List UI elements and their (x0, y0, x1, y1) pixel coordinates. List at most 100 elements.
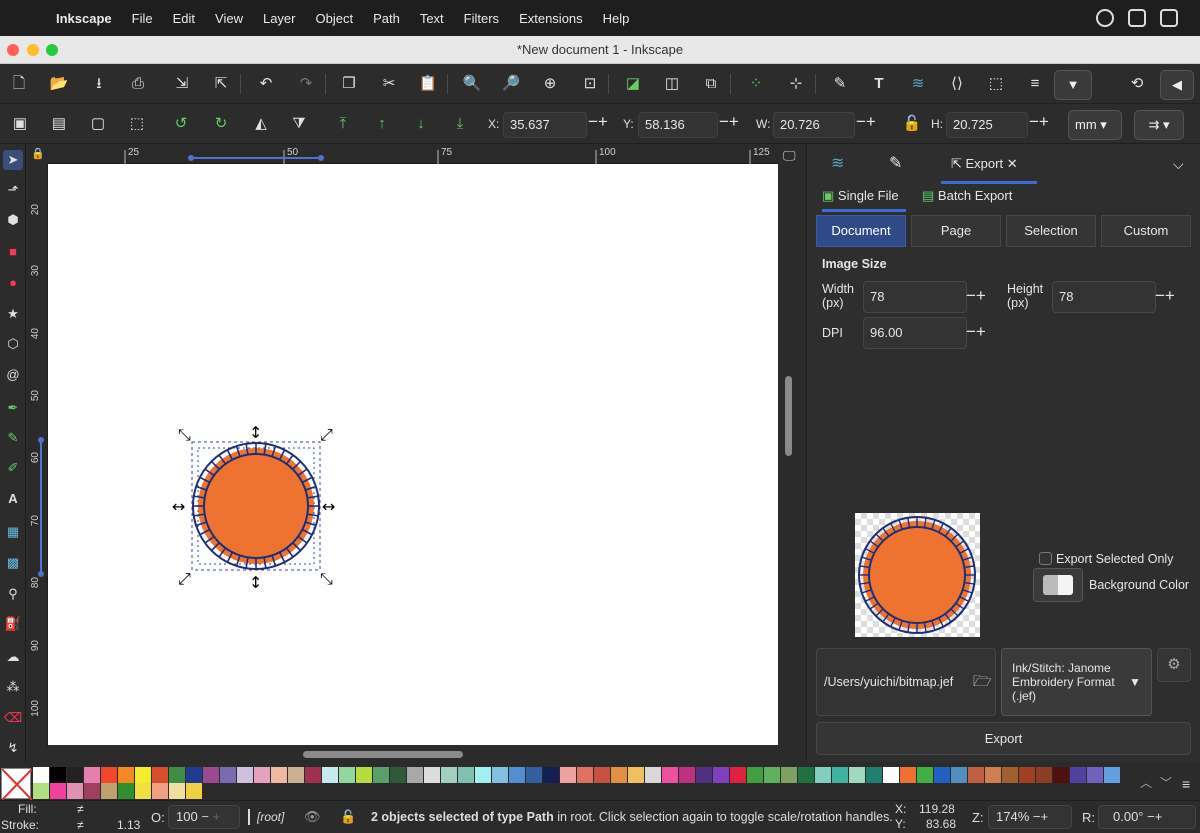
menu-filters[interactable]: Filters (454, 11, 509, 26)
raise-top-icon[interactable]: ⤒ (332, 113, 354, 135)
palette-swatch[interactable] (356, 767, 372, 783)
palette-swatch[interactable] (594, 767, 610, 783)
dock-menu-chevron-icon[interactable]: ⌵ (1173, 144, 1184, 184)
flip-horizontal-icon[interactable]: ◭ (250, 113, 272, 135)
palette-swatch[interactable] (781, 767, 797, 783)
height-field[interactable]: 78 (1052, 281, 1156, 313)
palette-swatch[interactable] (696, 767, 712, 783)
snap-icon[interactable]: ⊹ (785, 73, 807, 95)
folder-open-icon[interactable]: 🗁 (973, 671, 992, 696)
align-distribute-icon[interactable]: ≡ (1024, 73, 1046, 95)
pen-tool-icon[interactable]: ✒ (3, 398, 23, 418)
palette-swatch[interactable] (526, 767, 542, 783)
drive-status-icon[interactable] (1160, 9, 1178, 27)
dropper-tool-icon[interactable]: ⚲ (3, 584, 23, 604)
text-font-icon[interactable]: T (868, 73, 890, 95)
ellipse-tool-icon[interactable]: ● (3, 273, 23, 293)
palette-swatch[interactable] (203, 767, 219, 783)
palette-swatch[interactable] (628, 767, 644, 783)
palette-swatch[interactable] (713, 767, 729, 783)
export-button[interactable]: Export (816, 722, 1191, 755)
palette-swatch[interactable] (84, 783, 100, 799)
print-icon[interactable]: ⎙ (127, 73, 149, 95)
power-status-icon[interactable] (1096, 9, 1114, 27)
palette-swatch[interactable] (169, 783, 185, 799)
text-tool-icon[interactable]: A (3, 489, 23, 509)
zoom-window-icon[interactable] (46, 44, 58, 56)
node-tool-icon[interactable]: ⬏ (3, 180, 23, 200)
display-mode-icon[interactable]: 🖵 (783, 148, 796, 164)
height-stepper[interactable]: −+ (1155, 286, 1175, 306)
palette-swatch[interactable] (424, 767, 440, 783)
palette-menu-icon[interactable]: ≡ (1182, 776, 1190, 792)
subtab-batch-export[interactable]: ▤ Batch Export (922, 188, 1012, 204)
notes-status-icon[interactable] (1128, 9, 1146, 27)
transform-options-dropdown[interactable]: ⇉ ▾ (1134, 110, 1184, 140)
selector-tool-icon[interactable]: ➤ (3, 150, 23, 170)
new-document-icon[interactable]: 🗋 (8, 73, 30, 95)
unit-select[interactable]: mm ▾ (1068, 110, 1122, 140)
palette-swatch[interactable] (475, 767, 491, 783)
layer-visibility-icon[interactable]: 👁 (304, 809, 321, 825)
clone-icon[interactable]: ⧉ (700, 73, 722, 95)
palette-swatch[interactable] (1002, 767, 1018, 783)
palette-scroll-down-icon[interactable]: ﹀ (1160, 774, 1172, 791)
palette-swatch[interactable] (985, 767, 1001, 783)
group-icon[interactable]: ◪ (622, 73, 644, 95)
palette-swatch[interactable] (662, 767, 678, 783)
palette-swatch[interactable] (67, 783, 83, 799)
palette-swatch[interactable] (271, 767, 287, 783)
x-stepper[interactable]: −+ (588, 112, 608, 132)
palette-swatch[interactable] (832, 767, 848, 783)
fill-stroke-tab-icon[interactable]: ✎ (889, 144, 902, 184)
menu-extensions[interactable]: Extensions (509, 11, 593, 26)
select-all-icon[interactable]: ▣ (9, 113, 31, 135)
subtab-single-file[interactable]: ▣ Single File (822, 188, 906, 212)
width-field[interactable]: 78 (863, 281, 967, 313)
palette-swatch[interactable] (815, 767, 831, 783)
lower-icon[interactable]: ↓ (410, 113, 432, 135)
menu-edit[interactable]: Edit (163, 11, 205, 26)
drawing-canvas[interactable]: ⤡ ⤢ ⤢ ⤡ ↕ ↕ ↔ ↔ (48, 164, 778, 745)
palette-swatch[interactable] (169, 767, 185, 783)
palette-swatch[interactable] (577, 767, 593, 783)
palette-swatch[interactable] (288, 767, 304, 783)
palette-swatch[interactable] (322, 767, 338, 783)
palette-swatch[interactable] (118, 783, 134, 799)
w-field[interactable]: 20.726 (773, 112, 855, 138)
palette-swatch[interactable] (611, 767, 627, 783)
lower-bottom-icon[interactable]: ⤓ (449, 113, 471, 135)
dpi-field[interactable]: 96.00 (863, 317, 967, 349)
zoom-fit-icon[interactable]: ⊡ (579, 73, 601, 95)
deselect-icon[interactable]: ▢ (87, 113, 109, 135)
stroke-width[interactable]: 1.13 (117, 818, 140, 832)
touch-select-icon[interactable]: ⬚ (126, 113, 148, 135)
palette-swatch[interactable] (33, 783, 49, 799)
format-select[interactable]: Ink/Stitch: Janome Embroidery Format (.j… (1001, 648, 1152, 716)
stroke-value[interactable]: ≠ (77, 818, 84, 832)
palette-swatch[interactable] (33, 767, 49, 783)
zoom-drawing-icon[interactable]: 🔎 (500, 73, 522, 95)
rotate-cw-icon[interactable]: ↻ (210, 113, 232, 135)
palette-swatch[interactable] (543, 767, 559, 783)
lock-proportions-icon[interactable]: 🔓 (901, 113, 923, 135)
star-tool-icon[interactable]: ★ (3, 304, 23, 324)
menu-file[interactable]: File (122, 11, 163, 26)
palette-swatch[interactable] (101, 783, 117, 799)
segment-document[interactable]: Document (816, 215, 906, 247)
palette-swatch[interactable] (135, 783, 151, 799)
layer-name[interactable]: [root] (257, 810, 284, 824)
ruler-lock-icon[interactable]: 🔒 (31, 147, 45, 160)
ungroup-icon[interactable]: ◫ (661, 73, 683, 95)
palette-swatch[interactable] (900, 767, 916, 783)
snap-options-button[interactable]: ◀ (1160, 70, 1194, 100)
palette-swatch[interactable] (254, 767, 270, 783)
y-field[interactable]: 58.136 (638, 112, 718, 138)
palette-swatch[interactable] (101, 767, 117, 783)
export-selected-only-checkbox[interactable] (1039, 552, 1052, 565)
y-stepper[interactable]: −+ (719, 112, 739, 132)
connector-tool-icon[interactable]: ↯ (3, 738, 23, 758)
palette-swatch[interactable] (50, 783, 66, 799)
menu-view[interactable]: View (205, 11, 253, 26)
palette-swatch[interactable] (645, 767, 661, 783)
